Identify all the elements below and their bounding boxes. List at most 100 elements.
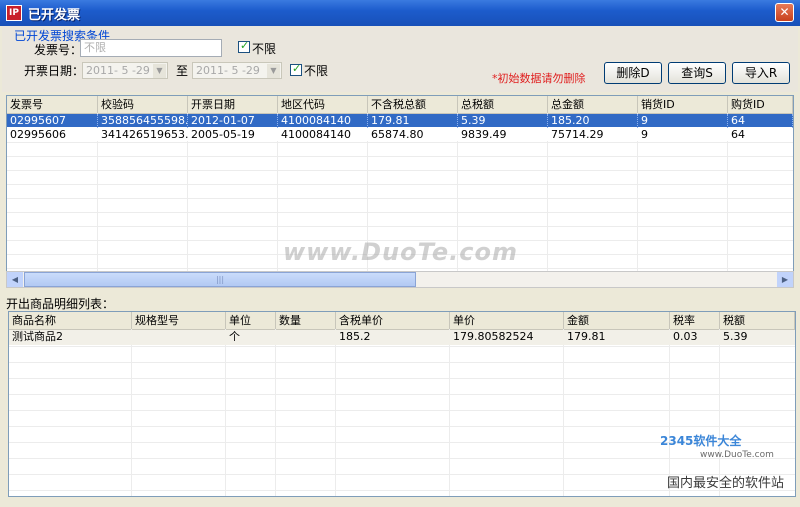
grid-divider [719,329,720,496]
watermark-site: www.DuoTe.com [700,450,774,460]
grid-divider [275,329,276,496]
grid-divider [9,346,795,347]
date-to-value: 2011- 5 -29 [196,64,260,77]
invoice-col-header[interactable]: 不含税总额 [368,96,458,113]
grid-divider [7,184,793,185]
table-cell: 179.80582524 [453,330,534,343]
detail-col-header[interactable]: 商品名称 [9,312,132,329]
delete-button[interactable]: 删除D [604,62,662,84]
detail-col-header[interactable]: 含税单价 [336,312,450,329]
detail-table[interactable]: 商品名称 规格型号 单位 数量 含税单价 单价 金额 税率 税额 测试商品2 个 185.2 179.8… [8,311,796,497]
table-cell: 179.81 [567,330,606,343]
table-cell: 5.39 [458,114,548,128]
table-cell: 358856455598... [98,114,188,128]
table-cell: 02995606 [10,128,66,141]
search-panel: 已开发票搜索条件 发票号： 不限 ✓ 不限 开票日期： 2011- 5 -29 … [2,26,798,92]
invoice-no-label: 发票号： [34,43,83,57]
table-cell: 65874.80 [371,128,424,141]
date-from-picker[interactable]: 2011- 5 -29 ▼ [82,62,168,79]
detail-header: 商品名称 规格型号 单位 数量 含税单价 单价 金额 税率 税额 [9,312,795,330]
table-row[interactable]: 测试商品2 个 185.2 179.80582524 179.81 0.03 5.39 [9,330,795,345]
grid-divider [9,458,795,459]
scroll-left-icon[interactable]: ◀ [7,272,23,287]
grid-divider [9,378,795,379]
detail-col-header[interactable]: 单位 [226,312,276,329]
invoice-col-header[interactable]: 总金额 [548,96,638,113]
scroll-right-icon[interactable]: ▶ [777,272,793,287]
detail-col-header[interactable]: 税额 [720,312,795,329]
check-icon: ✓ [240,39,250,52]
table-cell: 185.2 [339,330,371,343]
horizontal-scrollbar[interactable]: ◀ ||| ▶ [6,271,794,288]
date-unlimited-checkbox[interactable]: ✓ [290,62,302,76]
table-cell: 4100084140 [278,114,368,128]
invoice-no-unlimited-checkbox[interactable]: ✓ [238,39,250,53]
invoice-col-header[interactable]: 总税额 [458,96,548,113]
table-cell: 9839.49 [461,128,507,141]
watermark-text: www.DuoTe.com [283,238,518,266]
table-cell: 185.20 [548,114,638,128]
detail-col-header[interactable]: 税率 [670,312,720,329]
grid-divider [9,426,795,427]
detail-col-header[interactable]: 单价 [450,312,564,329]
table-row[interactable]: 02995607 358856455598... 2012-01-07 4100084… [7,114,793,128]
title-bar: IP 已开发票 ✕ [0,0,800,26]
table-cell: 02995607 [7,114,98,128]
table-cell: 0.03 [673,330,698,343]
table-cell: 341426519653... [101,128,188,141]
table-row[interactable]: 02995606 341426519653... 2005-05-19 4100084… [7,128,793,141]
date-from-value: 2011- 5 -29 [86,64,150,77]
table-cell: 2012-01-07 [188,114,278,128]
grid-divider [131,329,132,496]
grid-divider [7,226,793,227]
close-icon: ✕ [779,5,790,19]
invoice-no-input[interactable]: 不限 [80,39,222,57]
grid-divider [563,329,564,496]
chevron-down-icon[interactable]: ▼ [153,64,166,78]
detail-col-header[interactable]: 规格型号 [132,312,226,329]
grid-divider [669,329,670,496]
invoice-header: 发票号 校验码 开票日期 地区代码 不含税总额 总税额 总金额 销货ID 购货ID [7,96,793,114]
grid-divider [9,362,795,363]
invoice-col-header[interactable]: 地区代码 [278,96,368,113]
scroll-thumb[interactable]: ||| [24,272,416,287]
to-label: 至 [176,64,189,78]
grid-divider [9,394,795,395]
table-cell: 测试商品2 [12,330,63,343]
watermark-logo: 2345软件大全 [660,434,742,448]
grid-divider [7,268,793,269]
table-cell: 179.81 [368,114,458,128]
detail-title: 开出商品明细列表： [6,297,115,311]
import-button[interactable]: 导入R [732,62,790,84]
query-button[interactable]: 查询S [668,62,726,84]
table-cell [132,330,226,344]
table-cell: 64 [728,114,793,128]
invoice-col-header[interactable]: 发票号 [7,96,98,113]
grid-divider [7,198,793,199]
invoice-col-header[interactable]: 销货ID [638,96,728,113]
table-cell: 5.39 [723,330,748,343]
grid-divider [335,329,336,496]
grid-divider [9,410,795,411]
table-cell: 4100084140 [281,128,351,141]
grid-divider [7,142,793,143]
app-icon: IP [6,5,22,21]
detail-col-header[interactable]: 金额 [564,312,670,329]
table-cell: 个 [229,330,240,343]
invoice-col-header[interactable]: 校验码 [98,96,188,113]
table-cell [276,330,336,344]
invoice-window: IP 已开发票 ✕ 已开发票搜索条件 发票号： 不限 ✓ 不限 开票日期： 20… [0,0,800,507]
invoice-col-header[interactable]: 开票日期 [188,96,278,113]
close-button[interactable]: ✕ [775,3,794,22]
grid-divider [7,212,793,213]
table-cell: 75714.29 [551,128,604,141]
check-icon: ✓ [292,62,302,75]
invoice-col-header[interactable]: 购货ID [728,96,793,113]
detail-col-header[interactable]: 数量 [276,312,336,329]
watermark-slogan: 国内最安全的软件站 [667,476,785,491]
table-cell: 9 [641,128,648,141]
grid-divider [449,329,450,496]
chevron-down-icon[interactable]: ▼ [267,64,280,78]
date-to-picker[interactable]: 2011- 5 -29 ▼ [192,62,282,79]
table-cell: 64 [731,128,745,141]
